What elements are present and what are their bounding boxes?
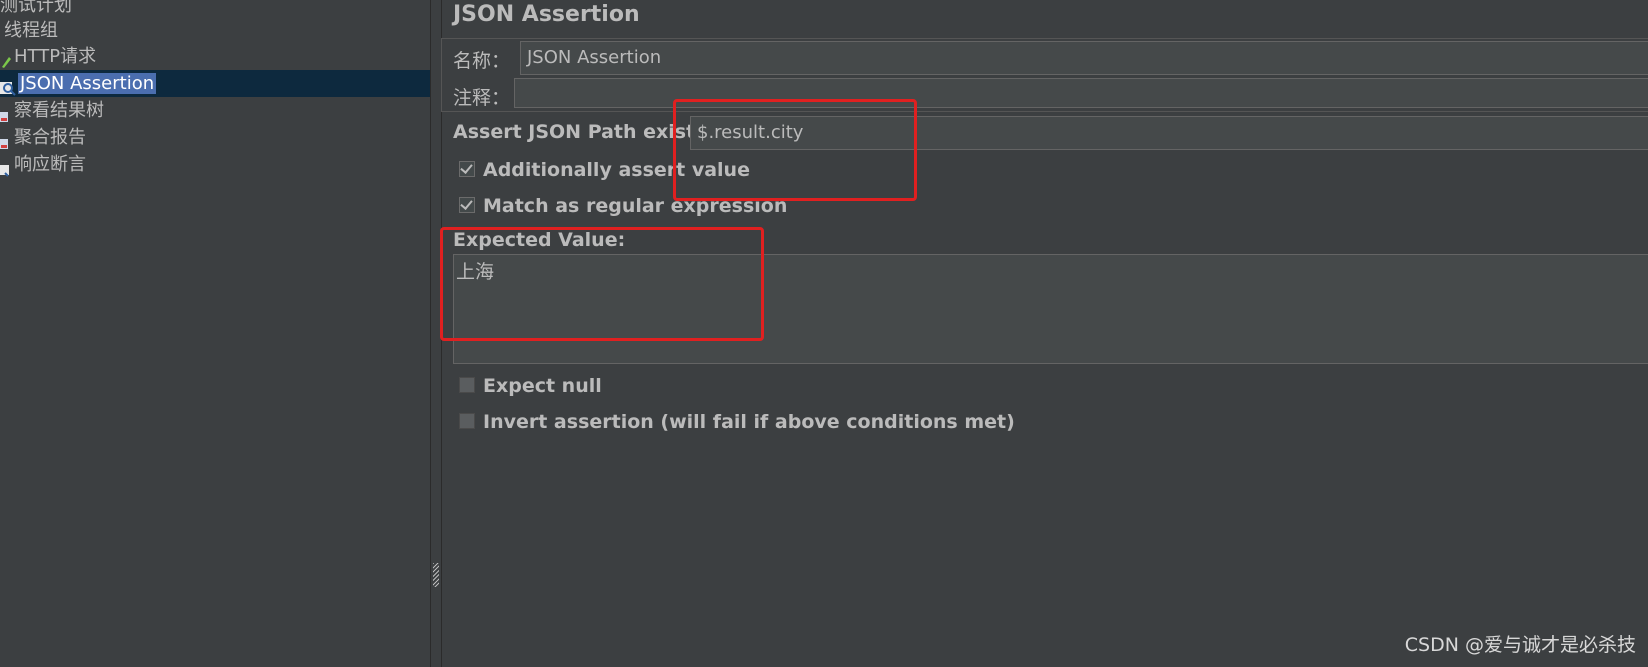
expected-value-label: Expected Value: [453, 229, 626, 251]
additionally-assert-label: Additionally assert value [483, 159, 750, 181]
comment-label: 注释： [453, 87, 511, 109]
comment-field[interactable] [514, 78, 1648, 108]
name-label: 名称： [453, 50, 511, 72]
tree-item-view-results-tree[interactable]: 察看结果树 [0, 97, 104, 124]
tree-item-label: 线程组 [4, 20, 58, 41]
tree-item-label: 聚合报告 [14, 127, 86, 148]
assertion-icon [0, 158, 12, 177]
checkbox-checked-icon[interactable] [459, 196, 475, 213]
checkbox-checked-icon[interactable] [459, 160, 475, 177]
tree-item-label: JSON Assertion [18, 73, 157, 94]
tree-item-response-assertion[interactable]: 响应断言 [0, 151, 86, 178]
listener-icon [0, 131, 12, 149]
listener-icon [0, 104, 12, 122]
name-field[interactable]: JSON Assertion [520, 41, 1648, 75]
tree-item-label: 响应断言 [14, 154, 86, 175]
splitter-grip-icon[interactable] [433, 563, 439, 587]
expect-null-label: Expect null [483, 375, 602, 397]
expected-value-textarea[interactable]: 上海 [453, 254, 1648, 364]
expect-null-checkbox[interactable]: Expect null [459, 373, 602, 399]
json-path-label: Assert JSON Path exists: [453, 121, 715, 143]
tree-item-label: 察看结果树 [14, 100, 104, 121]
match-regex-checkbox[interactable]: Match as regular expression [459, 193, 787, 219]
tree-item-label: 测试计划 [0, 0, 72, 16]
tree-item-aggregate-report[interactable]: 聚合报告 [0, 124, 86, 151]
additionally-assert-checkbox[interactable]: Additionally assert value [459, 157, 750, 183]
checkbox-unchecked-icon[interactable] [459, 376, 475, 393]
magnifier-icon [0, 77, 16, 96]
watermark: CSDN @爱与诚才是必杀技 [1404, 634, 1636, 656]
checkbox-unchecked-icon[interactable] [459, 412, 475, 429]
pencil-icon [0, 50, 12, 68]
invert-assertion-checkbox[interactable]: Invert assertion (will fail if above con… [459, 409, 1015, 435]
tree-item-json-assertion[interactable]: JSON Assertion [0, 70, 430, 97]
match-regex-label: Match as regular expression [483, 195, 788, 217]
test-plan-tree: 测试计划 线程组 HTTP请求 JSON Assertion 察看结果树 聚合报… [0, 0, 431, 667]
json-path-field[interactable]: $.result.city [690, 116, 1648, 150]
invert-assertion-label: Invert assertion (will fail if above con… [483, 411, 1015, 433]
tree-item-label: HTTP请求 [14, 46, 97, 67]
page-title: JSON Assertion [453, 2, 640, 27]
tree-item-http-request[interactable]: HTTP请求 [0, 43, 96, 70]
tree-item-thread-group[interactable]: 线程组 [4, 17, 58, 44]
json-assertion-panel: JSON Assertion 名称： JSON Assertion 注释： As… [441, 0, 1648, 667]
